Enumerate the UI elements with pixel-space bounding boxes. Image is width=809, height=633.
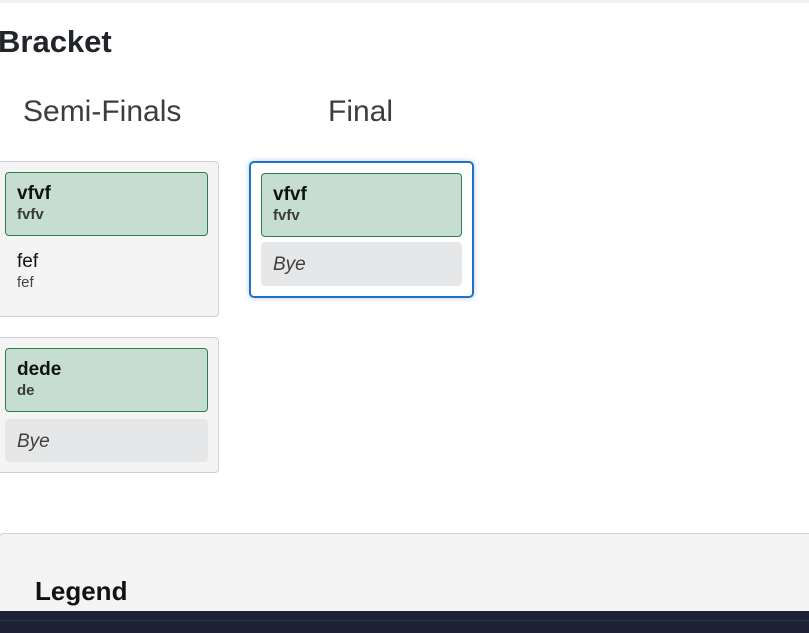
round-title-final: Final [328,95,394,128]
bye-slot: Bye [261,242,462,286]
bye-label: Bye [273,254,306,275]
team-name: fef [17,251,39,272]
match-card-semi-2[interactable]: dede de Bye [0,337,219,473]
team-slot-winner[interactable]: vfvf fvfv [261,173,462,237]
match-card-semi-1[interactable]: vfvf fvfv fef fef [0,161,219,317]
team-subtitle: fvfv [273,207,300,224]
top-edge-divider [0,0,809,3]
team-name: dede [17,359,62,380]
round-title-semi-finals: Semi-Finals [23,95,182,128]
match-card-final[interactable]: vfvf fvfv Bye [249,161,474,298]
bottom-bar [0,611,809,633]
bye-label: Bye [17,431,50,452]
team-slot-winner[interactable]: dede de [5,348,208,412]
team-subtitle: de [17,382,35,399]
bracket-page: Bracket Semi-Finals Final vfvf fvfv fef … [0,0,809,633]
team-slot-winner[interactable]: vfvf fvfv [5,172,208,236]
bye-slot: Bye [5,419,208,462]
team-subtitle: fef [17,274,34,291]
team-name: vfvf [273,184,307,205]
team-slot[interactable]: fef fef [5,240,208,304]
team-name: vfvf [17,183,51,204]
page-title: Bracket [0,24,112,59]
legend-title: Legend [35,576,128,606]
bottom-bar-divider [0,620,809,621]
team-subtitle: fvfv [17,206,44,223]
